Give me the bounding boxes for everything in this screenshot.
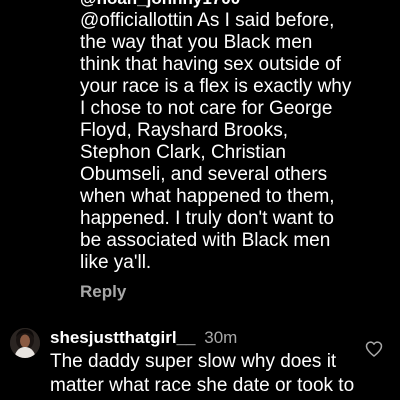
reply-text-line: when what happened to them, xyxy=(80,186,335,207)
comment-timestamp: 30m xyxy=(204,328,238,347)
comment-text-line: The daddy super slow why does it xyxy=(50,351,337,372)
reply-text-line: Stephon Clark, Christian xyxy=(80,142,286,163)
comment-thread-screen: @noah_johnny1700 @officiallottin As I sa… xyxy=(0,0,400,400)
reply-text-line: your race is a flex is exactly why xyxy=(80,76,352,97)
profile-avatar-icon xyxy=(10,328,40,358)
reply-text-line: @officiallottin As I said before, xyxy=(80,10,335,31)
reply-text-line: I chose to not care for George xyxy=(80,98,333,119)
reply-text-line: Floyd, Rayshard Brooks, xyxy=(80,120,289,141)
reply-text-line: Obumseli, and several others xyxy=(80,164,328,185)
comment-header: shesjustthatgirl__ 30m xyxy=(50,327,237,349)
reply-text-line: like ya'll. xyxy=(80,252,152,273)
heart-icon xyxy=(365,341,383,357)
reply-username[interactable]: @noah_johnny1700 xyxy=(80,0,380,10)
reply-text-line: think that having sex outside of xyxy=(80,54,341,75)
reply-text: @officiallottin As I said before, the wa… xyxy=(80,10,380,274)
comment-item: shesjustthatgirl__ 30m The daddy super s… xyxy=(0,324,400,400)
reply-button[interactable]: Reply xyxy=(80,281,126,303)
comment-text: The daddy super slow why does it matter … xyxy=(50,350,370,398)
reply-text-line: be associated with Black men xyxy=(80,230,331,251)
reply-text-line: the way that you Black men xyxy=(80,32,313,53)
reply-comment: @noah_johnny1700 @officiallottin As I sa… xyxy=(80,0,380,274)
comment-username[interactable]: shesjustthatgirl__ xyxy=(50,328,196,347)
reply-text-line: happened. I truly don't want to xyxy=(80,208,334,229)
avatar[interactable] xyxy=(10,328,40,358)
comment-text-line: matter what race she date or took to xyxy=(50,375,355,396)
like-button[interactable] xyxy=(364,339,384,359)
